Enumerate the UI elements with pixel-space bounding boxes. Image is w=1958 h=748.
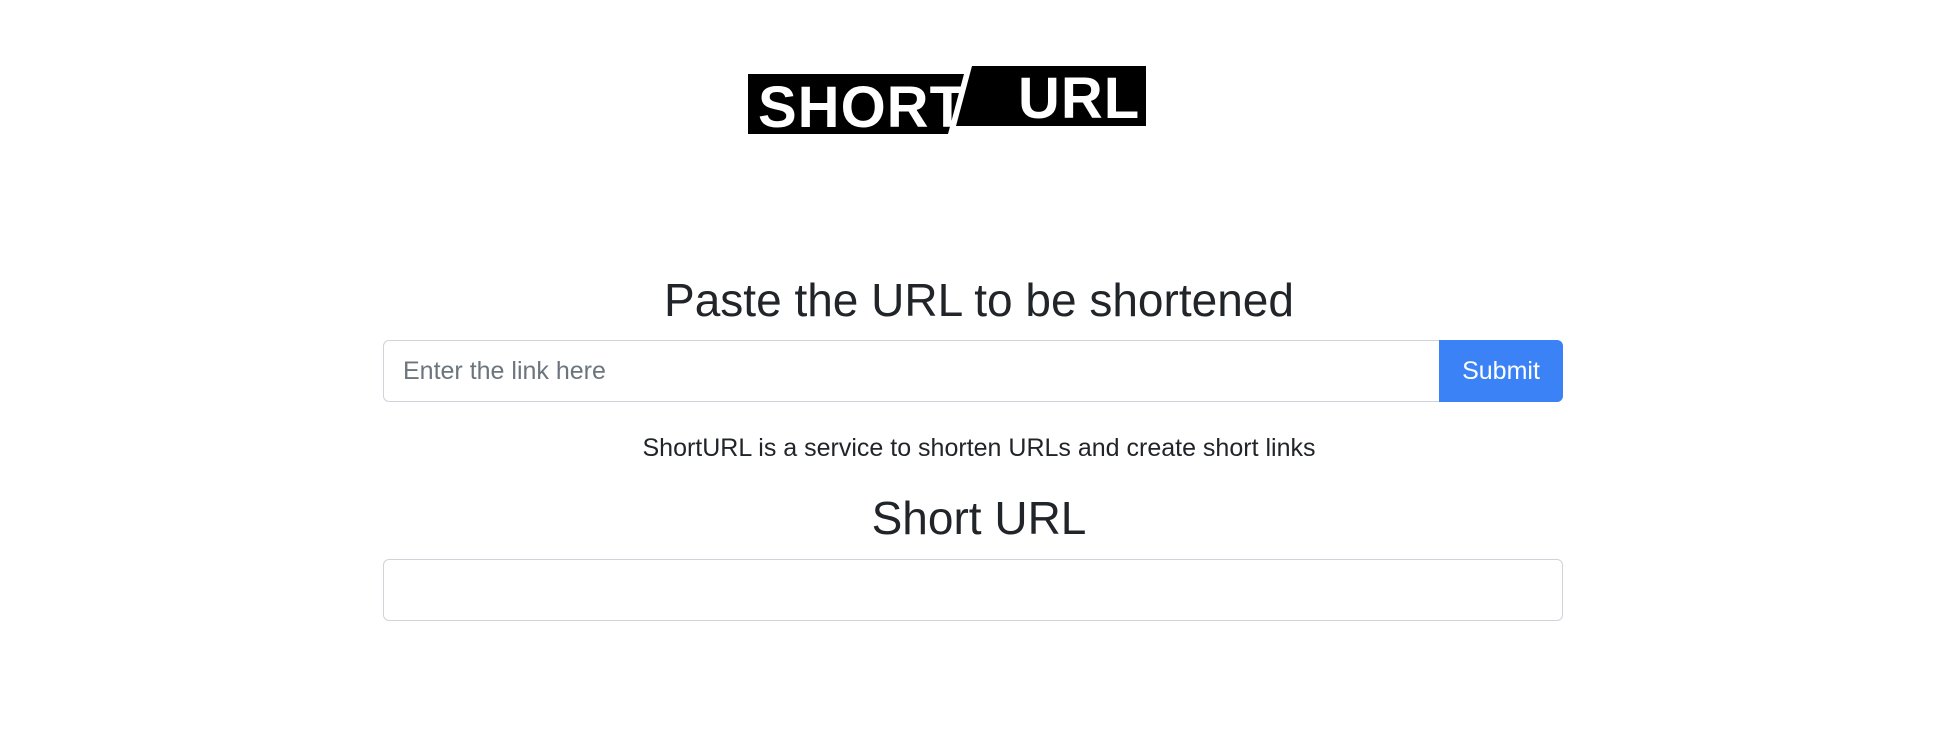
short-url-output[interactable]: [383, 559, 1563, 621]
page-title: Paste the URL to be shortened: [664, 274, 1294, 326]
url-input[interactable]: [383, 340, 1439, 402]
service-description: ShortURL is a service to shorten URLs an…: [642, 434, 1316, 462]
logo-text-url: URL: [1018, 66, 1140, 131]
logo-text-short: SHORT: [758, 75, 966, 136]
short-url-title: Short URL: [871, 492, 1087, 544]
submit-button[interactable]: Submit: [1439, 340, 1563, 402]
url-input-group: Submit: [383, 340, 1563, 402]
shorturl-logo: SHORT URL: [748, 66, 1146, 136]
